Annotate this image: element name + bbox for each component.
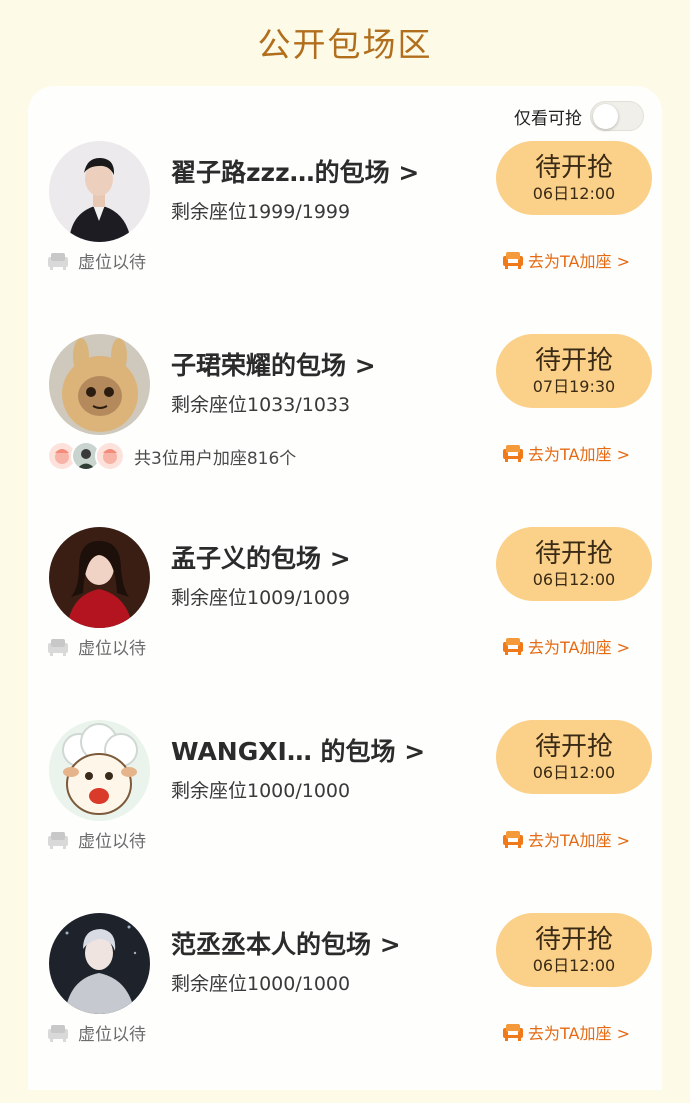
toggle-knob [593,104,618,129]
empty-seat-icon [48,252,68,270]
room-title[interactable]: 翟子路zzz…的包场 > [171,153,419,189]
add-seat-link[interactable]: 去为TA加座 > [502,248,630,272]
grab-button-label: 待开抢 [534,153,613,183]
room-title[interactable]: WANGXI… 的包场 > [171,732,425,768]
room-status: 共3位用户加座816个 [47,441,296,471]
room-card[interactable]: WANGXI… 的包场 > 剩余座位1000/1000 待开抢 06日12:00… [0,720,690,913]
status-text: 共3位用户加座816个 [134,448,297,469]
grab-button[interactable]: 待开抢 06日12:00 [496,141,652,215]
status-text: 虚位以待 [78,253,146,273]
add-seat-label: 去为TA加座 > [528,445,630,464]
remaining-seats: 剩余座位1999/1999 [171,201,351,223]
status-text: 虚位以待 [78,639,146,659]
sofa-icon [503,252,523,269]
avatar[interactable] [49,720,150,821]
user-avatar [95,441,125,471]
page-title: 公开包场区 [257,25,433,64]
room-card[interactable]: 子珺荣耀的包场 > 剩余座位1033/1033 待开抢 07日19:30 共3位… [0,334,690,527]
sofa-icon [503,831,523,848]
add-seat-link[interactable]: 去为TA加座 > [502,441,630,465]
room-title[interactable]: 子珺荣耀的包场 > [171,346,376,382]
sofa-icon [503,1024,523,1041]
room-card[interactable]: 孟子义的包场 > 剩余座位1009/1009 待开抢 06日12:00 虚位以待 [0,527,690,720]
add-seat-label: 去为TA加座 > [528,831,630,850]
joined-users-avatars[interactable] [47,441,125,471]
grab-button[interactable]: 待开抢 06日12:00 [496,527,652,601]
room-card[interactable]: 范丞丞本人的包场 > 剩余座位1000/1000 待开抢 06日12:00 虚位… [0,913,690,1103]
add-seat-link[interactable]: 去为TA加座 > [502,1020,630,1044]
bottom-edge [0,1090,690,1103]
avatar[interactable] [49,527,150,628]
room-card[interactable]: 翟子路zzz…的包场 > 剩余座位1999/1999 待开抢 06日12:00 … [0,141,690,334]
room-title[interactable]: 范丞丞本人的包场 > [171,925,401,961]
grab-button-time: 06日12:00 [532,956,616,975]
avatar[interactable] [49,141,150,242]
grab-button-label: 待开抢 [534,346,613,376]
filter-toggle-row[interactable]: 仅看可抢 [514,101,644,131]
only-grabbable-toggle[interactable] [590,101,644,131]
grab-button-time: 07日19:30 [532,377,616,396]
grab-button-label: 待开抢 [534,539,613,569]
room-status: 虚位以待 [47,248,146,273]
remaining-seats: 剩余座位1033/1033 [171,394,351,416]
empty-seat-icon [48,1024,68,1042]
page: 公开包场区 仅看可抢 翟子路zzz…的包场 > 剩余座位1999/1999 待开… [0,0,690,1103]
room-status: 虚位以待 [47,827,146,852]
avatar[interactable] [49,913,150,1014]
room-status: 虚位以待 [47,1020,146,1045]
empty-seat-icon [48,638,68,656]
add-seat-link[interactable]: 去为TA加座 > [502,634,630,658]
grab-button-time: 06日12:00 [532,763,616,782]
grab-button-label: 待开抢 [534,925,613,955]
remaining-seats: 剩余座位1000/1000 [171,780,351,802]
add-seat-link[interactable]: 去为TA加座 > [502,827,630,851]
grab-button[interactable]: 待开抢 06日12:00 [496,720,652,794]
add-seat-label: 去为TA加座 > [528,1024,630,1043]
add-seat-label: 去为TA加座 > [528,638,630,657]
sofa-icon [503,445,523,462]
room-title[interactable]: 孟子义的包场 > [171,539,351,575]
grab-button[interactable]: 待开抢 07日19:30 [496,334,652,408]
grab-button[interactable]: 待开抢 06日12:00 [496,913,652,987]
status-text: 虚位以待 [78,832,146,852]
room-status: 虚位以待 [47,634,146,659]
avatar[interactable] [49,334,150,435]
add-seat-label: 去为TA加座 > [528,252,630,271]
status-text: 虚位以待 [78,1025,146,1045]
remaining-seats: 剩余座位1009/1009 [171,587,351,609]
empty-seat-icon [48,831,68,849]
grab-button-time: 06日12:00 [532,184,616,203]
remaining-seats: 剩余座位1000/1000 [171,973,351,995]
grab-button-label: 待开抢 [534,732,613,762]
filter-label: 仅看可抢 [514,108,582,129]
sofa-icon [503,638,523,655]
grab-button-time: 06日12:00 [532,570,616,589]
